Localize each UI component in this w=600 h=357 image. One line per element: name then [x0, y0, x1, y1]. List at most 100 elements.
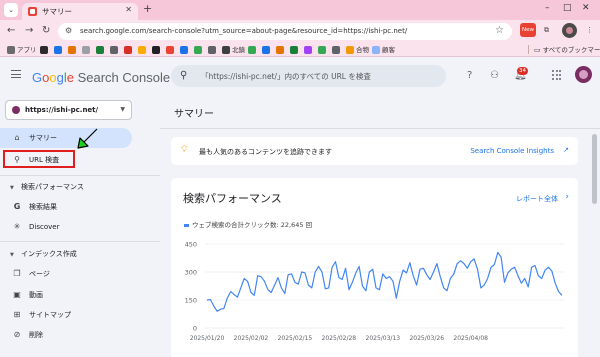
forward-icon[interactable]: → — [25, 24, 33, 37]
logo-product-name: Search Console — [77, 70, 171, 85]
bookmark-item[interactable] — [138, 45, 148, 55]
minimize-icon[interactable]: – — [545, 3, 550, 13]
search-console-favicon-icon — [28, 7, 37, 16]
bookmark-item[interactable] — [96, 45, 106, 55]
bookmark-favicon-icon — [40, 46, 48, 54]
bookmark-item[interactable] — [54, 45, 64, 55]
bookmark-favicon-icon — [304, 46, 312, 54]
bookmark-favicon-icon — [332, 46, 340, 54]
bookmark-favicon-icon — [96, 46, 104, 54]
user-avatar[interactable] — [575, 66, 592, 83]
property-selector[interactable]: https://ishi-pc.net/ ▼ — [5, 100, 132, 120]
url-inspection-search[interactable]: ⚲ 「https://ishi-pc.net/」内のすべての URL を検査 — [171, 65, 446, 87]
bookmark-favicon-icon — [222, 46, 230, 54]
close-window-icon[interactable]: ✕ — [582, 3, 590, 13]
sidebar-item-summary[interactable]: ⌂ サマリー — [12, 133, 57, 143]
browser-tab[interactable]: サマリー ✕ — [22, 3, 138, 20]
users-settings-icon[interactable]: ⚇ — [490, 70, 499, 81]
google-apps-icon[interactable] — [552, 70, 562, 80]
property-favicon-icon — [12, 106, 20, 114]
collapse-caret-icon: ▼ — [10, 185, 14, 191]
search-console-insights-link[interactable]: Search Console Insights — [470, 147, 554, 155]
section-indexing[interactable]: ▼ インデックス作成 — [10, 249, 77, 259]
bookmark-item[interactable] — [152, 45, 162, 55]
search-console-logo[interactable]: Google Search Console — [32, 70, 170, 85]
bookmark-favicon-icon — [248, 46, 256, 54]
x-tick-label: 2025/02/02 — [234, 335, 269, 342]
bookmark-item[interactable]: 合物 — [346, 45, 369, 55]
video-icon: ▣ — [13, 290, 21, 299]
new-tab-icon[interactable]: + — [143, 3, 152, 15]
open-in-new-icon[interactable]: ↗ — [563, 146, 569, 154]
sidebar-item-label: ページ — [29, 270, 50, 278]
bookmark-item[interactable] — [68, 45, 78, 55]
bookmark-item[interactable]: アプリ — [7, 45, 37, 55]
back-icon[interactable]: ← — [7, 24, 15, 37]
bookmark-label: 顧客 — [382, 46, 395, 54]
lightbulb-icon: 💡︎ — [181, 145, 188, 155]
bookmark-item[interactable] — [82, 45, 92, 55]
page-scrollbar[interactable] — [592, 134, 597, 204]
bookmark-label: 合物 — [356, 46, 369, 54]
browser-menu-icon[interactable]: ⋮ — [583, 24, 596, 37]
bookmark-item[interactable] — [276, 45, 286, 55]
bookmark-favicon-icon — [110, 46, 118, 54]
bookmark-favicon-icon — [346, 46, 354, 54]
address-bar[interactable]: ⚙ search.google.com/search-console?utm_s… — [58, 23, 512, 40]
sitemap-icon: ⊞ — [13, 310, 21, 319]
bookmark-label: 北鎮 — [232, 46, 245, 54]
bookmark-item[interactable] — [318, 45, 328, 55]
search-icon: ⚲ — [180, 70, 188, 81]
bookmark-favicon-icon — [138, 46, 146, 54]
search-placeholder: 「https://ishi-pc.net/」内のすべての URL を検査 — [201, 72, 371, 81]
main-menu-icon[interactable] — [11, 70, 21, 78]
all-bookmarks-folder[interactable]: ▭すべてのブックマーク — [534, 45, 600, 55]
bookmark-favicon-icon — [208, 46, 216, 54]
bookmark-item[interactable] — [110, 45, 120, 55]
sidebar-item-label: サイトマップ — [29, 311, 71, 319]
bookmark-item[interactable] — [304, 45, 314, 55]
bookmark-item[interactable] — [248, 45, 258, 55]
bookmark-favicon-icon — [180, 46, 188, 54]
bookmark-item[interactable] — [40, 45, 50, 55]
tab-search-dropdown-icon[interactable]: ⌄ — [4, 3, 18, 17]
bookmark-item[interactable] — [208, 45, 218, 55]
bookmark-favicon-icon — [372, 46, 380, 54]
bookmark-item[interactable] — [290, 45, 300, 55]
reload-icon[interactable]: ↻ — [42, 24, 50, 37]
bookmark-item[interactable] — [180, 45, 190, 55]
sidebar-item-sitemaps[interactable]: ⊞ サイトマップ — [12, 310, 71, 320]
bookmark-item[interactable] — [262, 45, 272, 55]
tab-close-icon[interactable]: ✕ — [125, 5, 132, 14]
bookmark-star-icon[interactable]: ☆ — [495, 25, 504, 36]
page-title: サマリー — [174, 109, 214, 120]
address-url: search.google.com/search-console?utm_sou… — [80, 27, 408, 35]
bookmark-item[interactable] — [194, 45, 204, 55]
removal-icon: ⊘ — [13, 330, 21, 339]
bookmark-favicon-icon — [152, 46, 160, 54]
section-search-performance[interactable]: ▼ 検索パフォーマンス — [10, 182, 84, 192]
bookmark-item[interactable]: 北鎮 — [222, 45, 245, 55]
url-inspection-highlight-box — [3, 150, 75, 168]
logo-letter: e — [66, 70, 74, 85]
bookmark-item[interactable]: 顧客 — [372, 45, 395, 55]
sidebar-item-videos[interactable]: ▣ 動画 — [12, 290, 43, 300]
sidebar-item-removals[interactable]: ⊘ 削除 — [12, 330, 43, 340]
browser-profile-avatar[interactable] — [562, 23, 577, 38]
bookmark-item[interactable] — [124, 45, 134, 55]
bookmark-item[interactable] — [332, 45, 342, 55]
sidebar-item-discover[interactable]: ✳ Discover — [12, 222, 60, 231]
sidebar-item-search-results[interactable]: G 検索結果 — [12, 202, 57, 212]
bookmark-item[interactable] — [166, 45, 176, 55]
sidebar-item-label: サマリー — [29, 134, 57, 142]
help-icon[interactable]: ? — [467, 70, 472, 81]
section-title: インデックス作成 — [21, 250, 77, 258]
extensions-icon[interactable]: ⧉ — [540, 24, 553, 37]
app-header: Google Search Console ⚲ 「https://ishi-pc… — [0, 57, 600, 95]
sidebar-item-pages[interactable]: ❐ ページ — [12, 269, 50, 279]
new-extension-badge[interactable]: New — [520, 23, 536, 37]
site-info-icon[interactable]: ⚙ — [65, 26, 72, 35]
logo-letter: o — [49, 70, 57, 85]
maximize-icon[interactable]: □ — [563, 3, 572, 13]
google-g-icon: G — [13, 202, 21, 211]
